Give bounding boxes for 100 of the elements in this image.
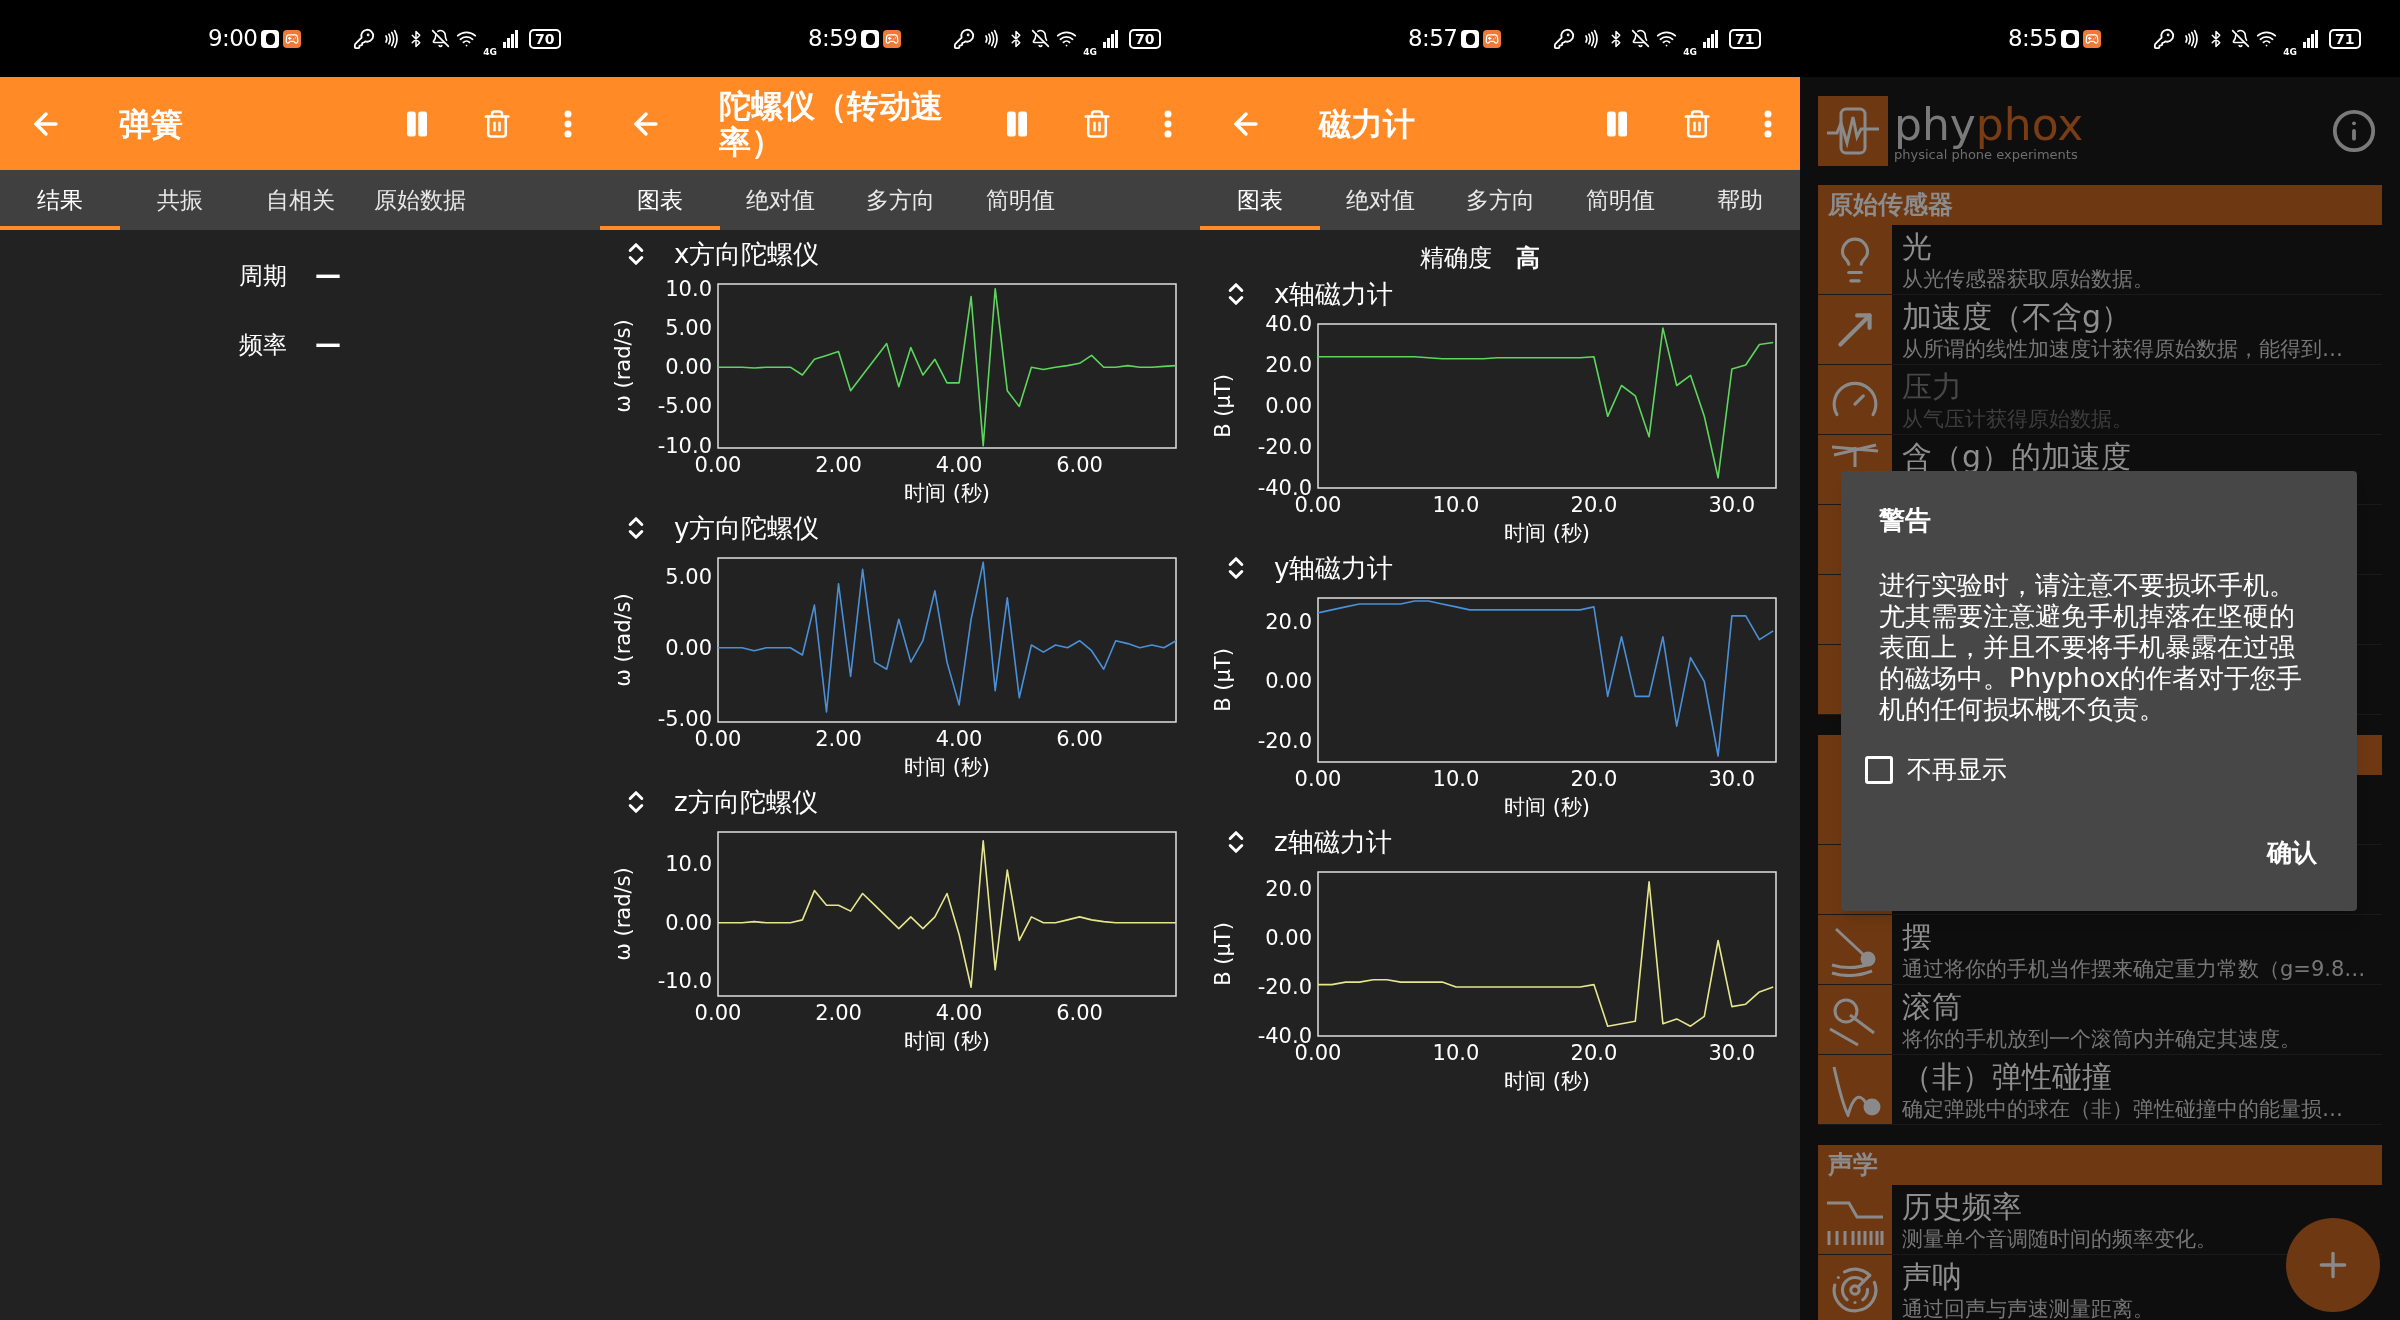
network-type: 4G (483, 48, 497, 57)
status-time: 8:57 (1408, 24, 1458, 54)
axis-tick-label: 40.0 (1265, 312, 1312, 336)
axis-tick-label: 0.00 (1265, 394, 1312, 418)
gamepad-icon (283, 29, 302, 48)
axis-tick-label: 20.0 (1265, 877, 1312, 902)
axis-tick-label: -20.0 (1257, 729, 1312, 754)
gamepad-icon (2083, 29, 2102, 48)
bell-off-icon (2231, 29, 2251, 48)
axis-tick-label: 10.0 (665, 852, 712, 877)
axis-tick-label: 0.00 (694, 1001, 742, 1025)
axis-tick-label: 2.00 (815, 453, 862, 477)
axis-tick-label: 20.0 (1265, 609, 1312, 634)
axis-tick-label: 0.00 (1265, 669, 1312, 694)
checkbox[interactable] (1865, 755, 1893, 784)
network-type: 4G (1683, 48, 1697, 57)
experiment-item[interactable]: （非）弹性碰撞 确定弹跳中的球在（非）弹性碰撞中的能量损… (1818, 1055, 2382, 1125)
experiment-item[interactable]: 滚筒 将你的手机放到一个滚筒内并确定其速度。 (1818, 985, 2382, 1055)
chart-title: x方向陀螺仪 (674, 241, 820, 267)
experiment-description: 通过回声与声速测量距离。 (1902, 1296, 2154, 1320)
axis-label: B (µT) (1211, 648, 1235, 712)
experiment-description: 将你的手机放到一个滚筒内并确定其速度。 (1902, 1026, 2301, 1053)
axis-tick-label: 10.0 (665, 276, 712, 301)
axis-tick-label: 0.00 (665, 355, 712, 380)
experiment-title: （非）弹性碰撞 (1902, 1059, 2113, 1095)
gamepad-icon (883, 29, 902, 48)
bell-off-icon (1031, 29, 1051, 48)
status-time: 8:59 (808, 24, 858, 54)
experiment-item[interactable]: 光 从光传感器获取原始数据。 (1818, 225, 2382, 295)
tab[interactable]: 图表 (600, 170, 720, 230)
tab[interactable]: 自相关 (240, 170, 360, 230)
axis-tick-label: 4.00 (935, 727, 983, 751)
tab[interactable]: 多方向 (840, 170, 960, 230)
axis-tick-label: 0.00 (694, 453, 742, 477)
experiment-title: 光 (1902, 229, 1933, 265)
chart-title: z方向陀螺仪 (674, 789, 818, 815)
battery-indicator: 70 (1129, 28, 1161, 49)
info-button[interactable] (2330, 107, 2378, 155)
axis-tick-label: -20.0 (1257, 975, 1312, 1000)
signal-icon (503, 29, 519, 48)
network-type: 4G (2283, 48, 2297, 57)
dialog-message: 进行实验时，请注意不要损坏手机。尤其需要注意避免手机掉落在坚硬的表面上，并且不要将手机暴露在过强的磁场中。Phyphox的作者对于您手机的任何损坏概不负责。 (1879, 570, 2303, 725)
result-label: 周期 (238, 260, 287, 292)
screen-title: 弹簧 (119, 105, 185, 142)
screen-title: 陀螺仪（转动速率） (719, 87, 945, 160)
chart-title: y轴磁力计 (1274, 555, 1394, 581)
status-time: 9:00 (208, 24, 258, 54)
axis-tick-label: 20.0 (1265, 353, 1312, 377)
axis-label: ω (rad/s) (611, 867, 635, 961)
network-type: 4G (1083, 48, 1097, 57)
chart-title: z轴磁力计 (1274, 829, 1392, 855)
axis-label: 时间 (秒) (903, 481, 991, 505)
key-icon (2153, 27, 2176, 50)
checkbox-label: 不再显示 (1907, 754, 2007, 786)
section-title: 原始传感器 (1828, 189, 1953, 222)
axis-tick-label: 5.00 (665, 564, 712, 589)
tab[interactable]: 帮助 (1680, 170, 1800, 230)
tab[interactable]: 简明值 (1560, 170, 1680, 230)
axis-tick-label: 2.00 (815, 1001, 862, 1025)
tab[interactable]: 绝对值 (1320, 170, 1440, 230)
tab[interactable]: 原始数据 (360, 170, 480, 230)
experiment-title: 声呐 (1902, 1259, 1963, 1295)
tab[interactable]: 多方向 (1440, 170, 1560, 230)
axis-label: 时间 (秒) (1503, 521, 1591, 545)
screen-title: 磁力计 (1319, 105, 1417, 142)
experiment-title: 加速度（不含g） (1902, 299, 2133, 335)
axis-tick-label: 10.0 (1432, 1041, 1480, 1065)
experiment-title: 滚筒 (1902, 989, 1963, 1025)
key-icon (953, 27, 976, 50)
gamepad-icon (1483, 29, 1502, 48)
axis-tick-label: 30.0 (1708, 767, 1756, 791)
axis-tick-label: 5.00 (665, 315, 712, 340)
tab[interactable]: 共振 (120, 170, 240, 230)
axis-tick-label: 20.0 (1570, 767, 1618, 791)
result-value: — (315, 328, 341, 361)
tab[interactable]: 图表 (1200, 170, 1320, 230)
experiment-description: 测量单个音调随时间的频率变化。 (1902, 1226, 2217, 1253)
result-value: — (315, 259, 341, 292)
axis-label: ω (rad/s) (611, 593, 635, 687)
experiment-item[interactable]: 摆 通过将你的手机当作摆来确定重力常数（g=9.8… (1818, 915, 2382, 985)
battery-indicator: 70 (529, 28, 561, 49)
axis-tick-label: 0.00 (1294, 767, 1342, 791)
bell-off-icon (431, 29, 451, 48)
axis-tick-label: 4.00 (935, 1001, 983, 1025)
confirm-button[interactable]: 确认 (2257, 827, 2327, 877)
tab[interactable]: 结果 (0, 170, 120, 230)
axis-tick-label: 0.00 (665, 635, 712, 660)
experiment-description: 通过将你的手机当作摆来确定重力常数（g=9.8… (1902, 956, 2366, 983)
tab[interactable]: 绝对值 (720, 170, 840, 230)
result-label: 频率 (238, 329, 287, 361)
signal-icon (1103, 29, 1119, 48)
logo-icon (1818, 96, 1888, 166)
status-time: 8:55 (2008, 24, 2058, 54)
experiment-item[interactable]: 加速度（不含g） 从所谓的线性加速度计获得原始数据，能得到… (1818, 295, 2382, 365)
chart-title: x轴磁力计 (1274, 281, 1394, 307)
battery-indicator: 71 (2329, 28, 2361, 49)
axis-tick-label: -5.00 (657, 394, 712, 419)
axis-tick-label: 6.00 (1056, 453, 1103, 477)
tab[interactable]: 简明值 (960, 170, 1080, 230)
more-icon (1764, 109, 1773, 138)
